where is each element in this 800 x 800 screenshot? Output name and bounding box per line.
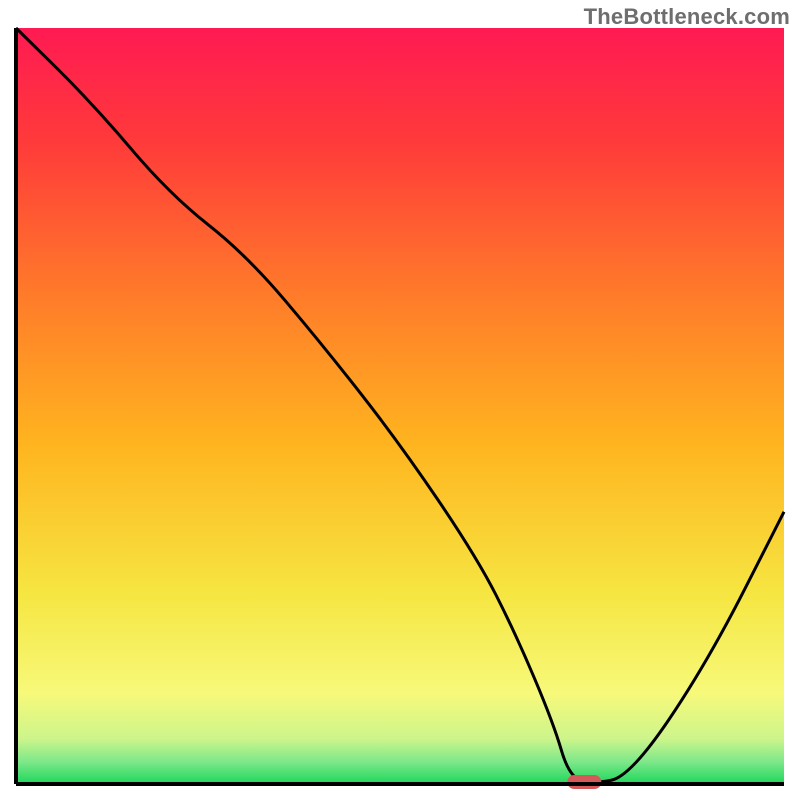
chart-plot [16,28,784,784]
chart-background [16,28,784,784]
watermark-text: TheBottleneck.com [584,4,790,30]
chart-container: TheBottleneck.com [0,0,800,800]
